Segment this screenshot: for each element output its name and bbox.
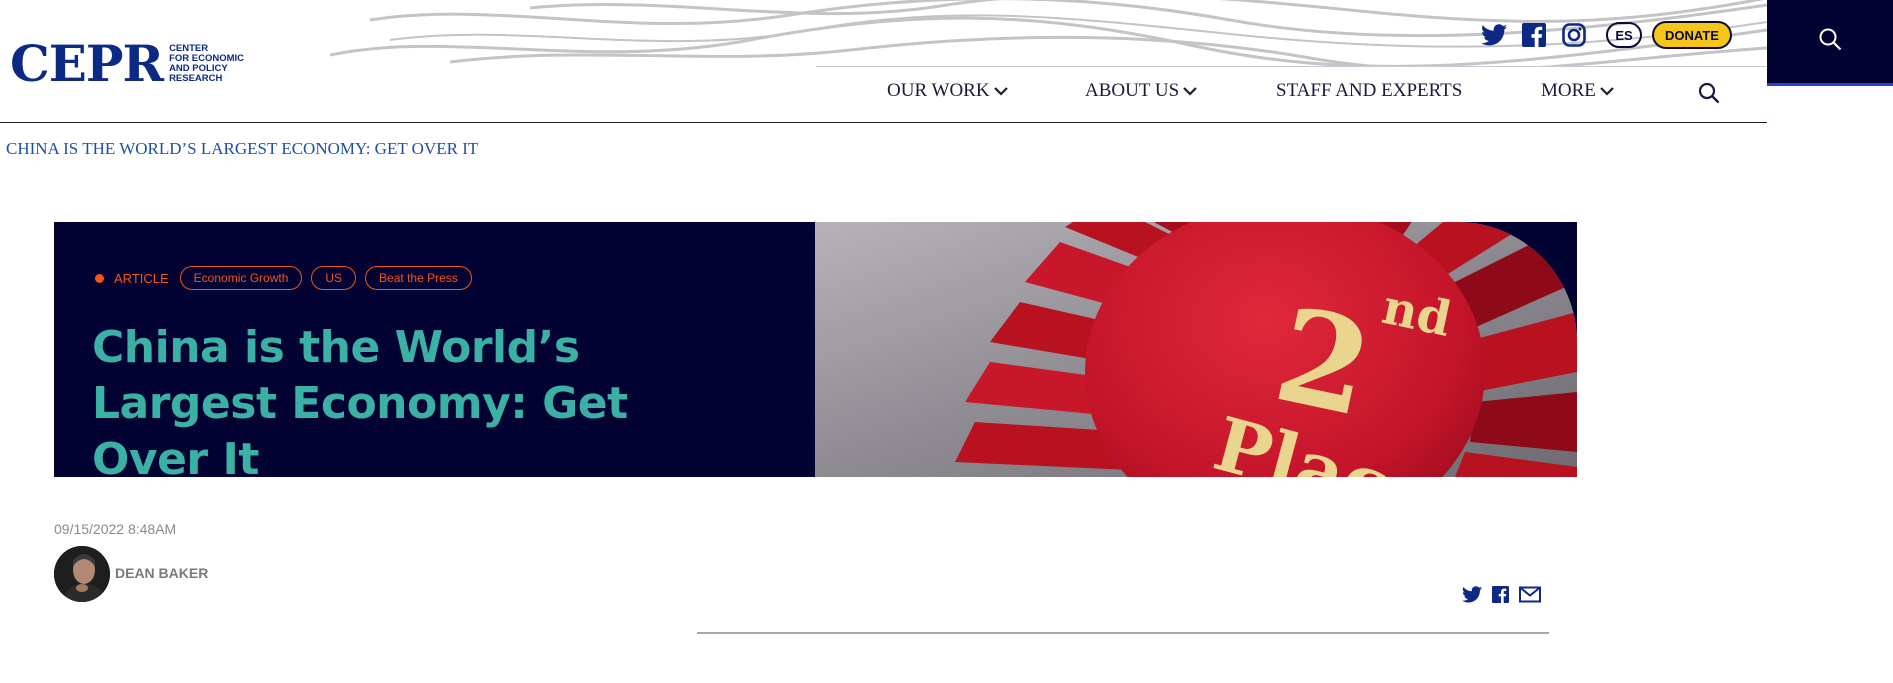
chevron-down-icon [1600, 86, 1614, 96]
search-icon [1818, 27, 1842, 56]
facebook-icon[interactable] [1520, 21, 1548, 49]
nav-item-label: STAFF AND EXPERTS [1276, 80, 1463, 101]
header-divider [816, 66, 1767, 67]
logo-sub-line: CENTER [169, 42, 209, 54]
donate-button[interactable]: DONATE [1652, 21, 1732, 49]
article-tags: ARTICLE Economic Growth US Beat the Pres… [95, 266, 481, 290]
share-twitter-icon[interactable] [1462, 586, 1482, 603]
chevron-down-icon [993, 86, 1008, 96]
share-email-icon[interactable] [1519, 586, 1541, 603]
language-toggle-button[interactable]: ES [1606, 22, 1642, 48]
tag-beat-the-press[interactable]: Beat the Press [365, 266, 472, 290]
content-divider [697, 632, 1549, 634]
article-title: China is the World’s Largest Economy: Ge… [92, 322, 628, 485]
top-utility-bar: ES DONATE [1480, 20, 1732, 50]
logo-sub-line: AND POLICY [169, 62, 228, 74]
breadcrumb[interactable]: CHINA IS THE WORLD’S LARGEST ECONOMY: GE… [6, 139, 478, 159]
nav-item-our-work[interactable]: OUR WORK [887, 80, 1008, 102]
nav-item-label: MORE [1541, 80, 1596, 101]
tag-us[interactable]: US [311, 266, 357, 290]
nav-item-staff-and-experts[interactable]: STAFF AND EXPERTS [1276, 80, 1462, 102]
author-name[interactable]: DEAN BAKER [115, 565, 208, 581]
logo-sub-line: FOR ECONOMIC [169, 52, 245, 64]
nav-item-more[interactable]: MORE [1541, 80, 1614, 102]
chevron-down-icon [1183, 86, 1197, 96]
main-nav: OUR WORK ABOUT US STAFF AND EXPERTS MORE [0, 80, 1767, 110]
share-facebook-icon[interactable] [1492, 586, 1509, 603]
instagram-icon[interactable] [1560, 21, 1588, 49]
nav-item-about-us[interactable]: ABOUT US [1085, 80, 1197, 102]
author-avatar[interactable] [54, 546, 110, 602]
twitter-icon[interactable] [1480, 21, 1508, 49]
article-type-dot [95, 273, 104, 283]
hero-image-second-place-ribbon: 2 nd Place [815, 222, 1577, 477]
site-header: CEPR CENTER FOR ECONOMIC AND POLICY RESE… [0, 0, 1767, 123]
nav-item-label: ABOUT US [1085, 80, 1180, 101]
nav-search-icon[interactable] [1698, 82, 1720, 109]
tag-economic-growth[interactable]: Economic Growth [179, 266, 303, 290]
logo-subtitle: CENTER FOR ECONOMIC AND POLICY RESEARCH [169, 42, 245, 84]
article-date: 09/15/2022 8:48AM [54, 521, 177, 537]
article-type-label: ARTICLE [114, 270, 169, 286]
share-bar [1462, 586, 1551, 603]
header-search-button[interactable] [1767, 0, 1893, 86]
nav-item-label: OUR WORK [887, 80, 990, 101]
